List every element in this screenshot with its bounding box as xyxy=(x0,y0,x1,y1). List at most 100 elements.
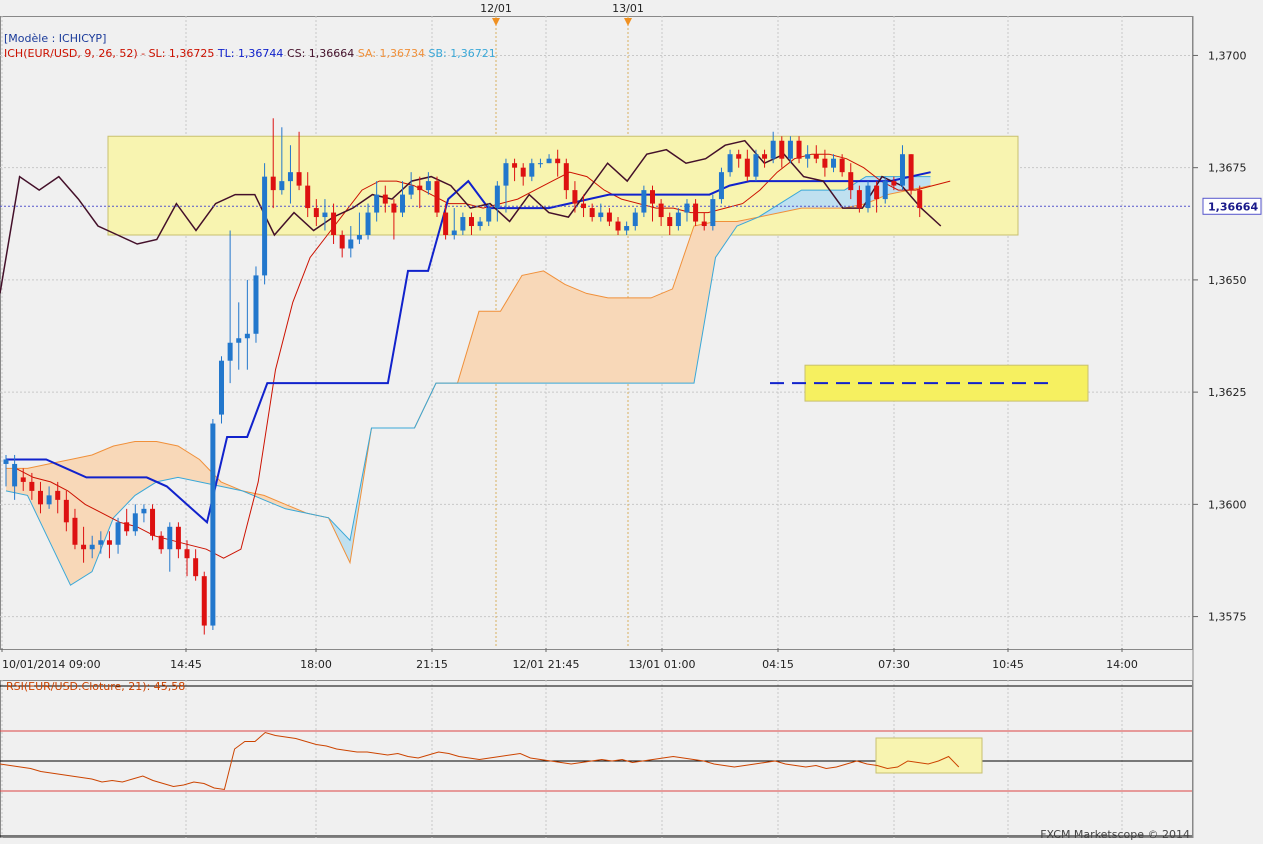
cs-value: CS: 1,36664 xyxy=(286,47,355,60)
candle-body xyxy=(270,176,276,191)
price-tick-label: 1,3600 xyxy=(1208,498,1247,511)
cloud-segment xyxy=(522,270,544,384)
price-tick-label: 1,3575 xyxy=(1208,611,1247,624)
candle xyxy=(201,571,207,635)
candle-body xyxy=(451,230,457,236)
candle xyxy=(710,194,716,231)
price-axis-bg xyxy=(1193,0,1263,844)
time-tick-label: 14:45 xyxy=(170,658,202,671)
day-marker-label: 12/01 xyxy=(480,2,512,15)
candle-body xyxy=(37,490,43,505)
candle-body xyxy=(262,176,268,276)
candle-body xyxy=(106,540,112,545)
candle-body xyxy=(63,499,69,523)
candle-body xyxy=(710,199,716,227)
candle-body xyxy=(667,217,673,227)
candle-body xyxy=(701,221,707,227)
candle-body xyxy=(831,158,837,168)
candle-body xyxy=(184,549,190,559)
candle-body xyxy=(589,208,595,218)
candle-body xyxy=(882,181,888,200)
time-tick-label: 12/01 21:45 xyxy=(513,658,580,671)
candle-body xyxy=(632,212,638,227)
price-tick-label: 1,3700 xyxy=(1208,49,1247,62)
candle-body xyxy=(865,185,871,209)
candle-body xyxy=(400,194,406,213)
candle-body xyxy=(313,208,319,218)
candle xyxy=(219,356,224,424)
candlestick-chart: 1007050300RSI(EUR/USD.Cloture, 21): 45,5… xyxy=(0,0,1263,844)
candle-body xyxy=(89,544,95,550)
candle-body xyxy=(494,185,500,209)
candle xyxy=(150,504,156,541)
candle-body xyxy=(675,212,681,227)
candle-body xyxy=(175,526,181,550)
candle-body xyxy=(468,217,474,227)
candle-body xyxy=(408,185,414,195)
candle-body xyxy=(839,158,845,173)
candle-body xyxy=(382,194,388,204)
candle-body xyxy=(55,490,61,500)
cloud-segment xyxy=(586,293,608,384)
candle-body xyxy=(253,275,259,334)
candle-body xyxy=(210,423,216,626)
sl-value: SL: 1,36725 xyxy=(148,47,215,60)
candle-body xyxy=(486,208,492,222)
ich-label: ICH(EUR/USD, 9, 26, 52) - xyxy=(4,47,146,60)
candle-body xyxy=(753,154,759,177)
candle-body xyxy=(563,163,569,191)
candle-body xyxy=(374,194,380,213)
candle-body xyxy=(555,158,561,164)
candle-body xyxy=(641,190,647,213)
time-tick-label: 18:00 xyxy=(300,658,332,671)
candle-body xyxy=(606,212,612,222)
candle-body xyxy=(512,163,518,168)
candle-body xyxy=(72,517,78,545)
time-tick-label: 21:15 xyxy=(416,658,448,671)
candle-body xyxy=(348,239,354,249)
candle-body xyxy=(141,508,147,514)
price-tick-label: 1,3625 xyxy=(1208,386,1247,399)
tl-value: TL: 1,36744 xyxy=(217,47,284,60)
candle-body xyxy=(29,481,35,491)
cloud-segment xyxy=(565,284,587,384)
candle-body xyxy=(615,221,621,231)
candle-body xyxy=(296,172,302,186)
cloud-segment xyxy=(543,270,565,384)
candle-body xyxy=(856,190,862,209)
candle-body xyxy=(813,154,819,159)
candle-body xyxy=(650,190,655,204)
chart-legend: [Modèle : ICHICYP] ICH(EUR/USD, 9, 26, 5… xyxy=(4,31,496,61)
candle-body xyxy=(12,463,18,487)
copyright-text: FXCM Marketscope © 2014 xyxy=(1040,828,1190,841)
candle-body xyxy=(219,360,224,415)
candle-body xyxy=(684,203,690,213)
candle-body xyxy=(520,167,526,177)
candle-body xyxy=(598,212,604,218)
candle-body xyxy=(287,172,293,182)
candle-body xyxy=(391,203,397,213)
sb-value: SB: 1,36721 xyxy=(428,47,496,60)
candle xyxy=(641,185,647,218)
candle-body xyxy=(305,185,311,209)
candle-body xyxy=(848,172,854,191)
candle-body xyxy=(150,508,156,536)
candle-body xyxy=(572,190,578,204)
candle-body xyxy=(124,522,130,532)
candle-body xyxy=(796,140,802,159)
candle-body xyxy=(227,342,233,361)
candle-body xyxy=(167,526,173,550)
candle-body xyxy=(460,217,466,231)
candle-body xyxy=(46,495,52,505)
candle-body xyxy=(443,212,449,236)
candle-body xyxy=(20,477,26,482)
cloud-segment xyxy=(629,297,651,384)
candle-body xyxy=(899,154,905,186)
candle-body xyxy=(158,535,164,550)
time-tick-label: 04:15 xyxy=(762,658,794,671)
candle-body xyxy=(477,221,483,227)
candle-body xyxy=(115,522,121,545)
candle-body xyxy=(244,333,250,339)
sa-value: SA: 1,36734 xyxy=(357,47,426,60)
candle-body xyxy=(736,154,742,159)
